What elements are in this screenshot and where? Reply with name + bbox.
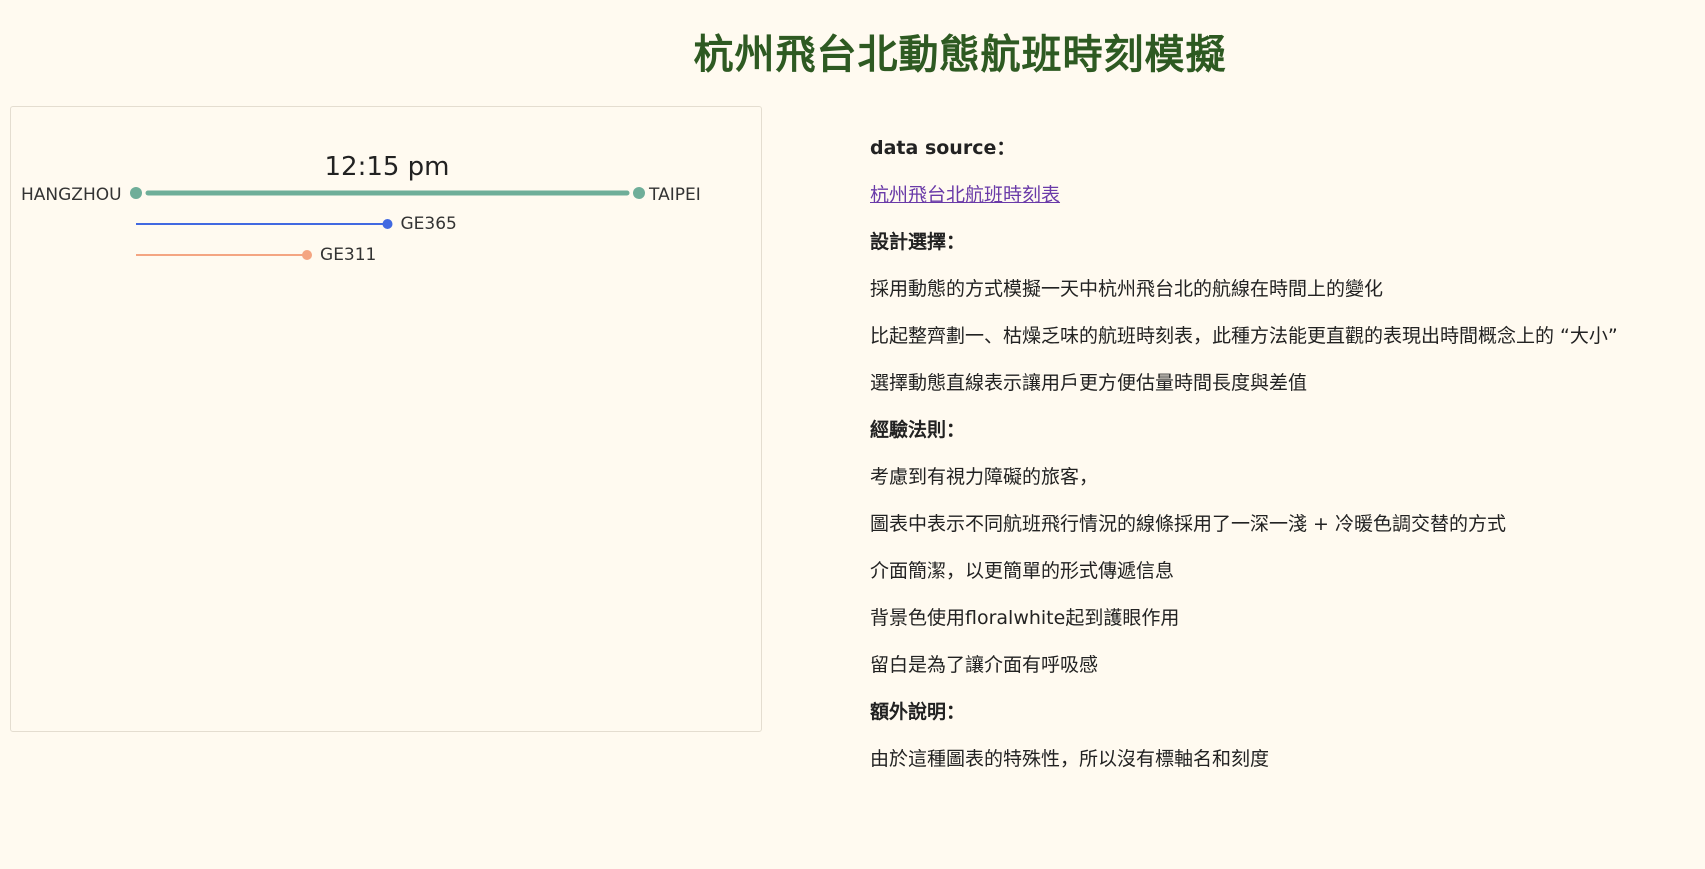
rules-line: 考慮到有視力障礙的旅客， bbox=[870, 466, 1099, 488]
flight-dot-ge365 bbox=[382, 219, 393, 229]
flight-dot-ge311 bbox=[302, 250, 313, 260]
rules-line: 介面簡潔，以更簡單的形式傳遞信息 bbox=[870, 560, 1175, 582]
series-group: GE365 GE311 bbox=[136, 214, 457, 265]
destination-dot bbox=[633, 187, 645, 199]
flight-chart: 12:15 pm HANGZHOU TAIPEI GE365 GE311 bbox=[21, 152, 701, 265]
design-line: 採用動態的方式模擬一天中杭州飛台北的航線在時間上的變化 bbox=[870, 278, 1384, 300]
destination-label: TAIPEI bbox=[648, 185, 701, 205]
design-line: 選擇動態直線表示讓用戶更方便估量時間長度與差值 bbox=[870, 372, 1308, 394]
rules-line: 背景色使用floralwhite起到護眼作用 bbox=[870, 607, 1180, 629]
design-heading: 設計選擇： bbox=[870, 231, 966, 253]
rules-line: 圖表中表示不同航班飛行情況的線條採用了一深一淺 + 冷暖色調交替的方式 bbox=[870, 513, 1507, 535]
flight-label-ge365: GE365 bbox=[401, 214, 457, 234]
rules-heading: 經驗法則： bbox=[870, 419, 966, 441]
data-source-link[interactable]: 杭州飛台北航班時刻表 bbox=[870, 184, 1060, 206]
rules-line: 留白是為了讓介面有呼吸感 bbox=[870, 654, 1099, 676]
clock-label: 12:15 pm bbox=[324, 152, 449, 182]
extra-line: 由於這種圖表的特殊性，所以沒有標軸名和刻度 bbox=[870, 748, 1270, 770]
data-source-heading: data source： bbox=[870, 137, 1016, 159]
origin-dot bbox=[130, 187, 142, 199]
page: 杭州飛台北動態航班時刻模擬 12:15 pm HANGZHOU TAIPEI G… bbox=[0, 0, 1705, 869]
chart-panel: 12:15 pm HANGZHOU TAIPEI GE365 GE311 bbox=[10, 106, 762, 732]
route-group bbox=[130, 187, 645, 199]
origin-label: HANGZHOU bbox=[21, 185, 122, 205]
page-title: 杭州飛台北動態航班時刻模擬 bbox=[693, 32, 1227, 78]
flight-label-ge311: GE311 bbox=[320, 245, 376, 265]
info-panel: data source： 杭州飛台北航班時刻表 設計選擇： 採用動態的方式模擬一… bbox=[870, 125, 1700, 783]
design-line: 比起整齊劃一、枯燥乏味的航班時刻表，此種方法能更直觀的表現出時間概念上的 “大小… bbox=[870, 325, 1618, 347]
extra-heading: 額外說明： bbox=[870, 701, 966, 723]
